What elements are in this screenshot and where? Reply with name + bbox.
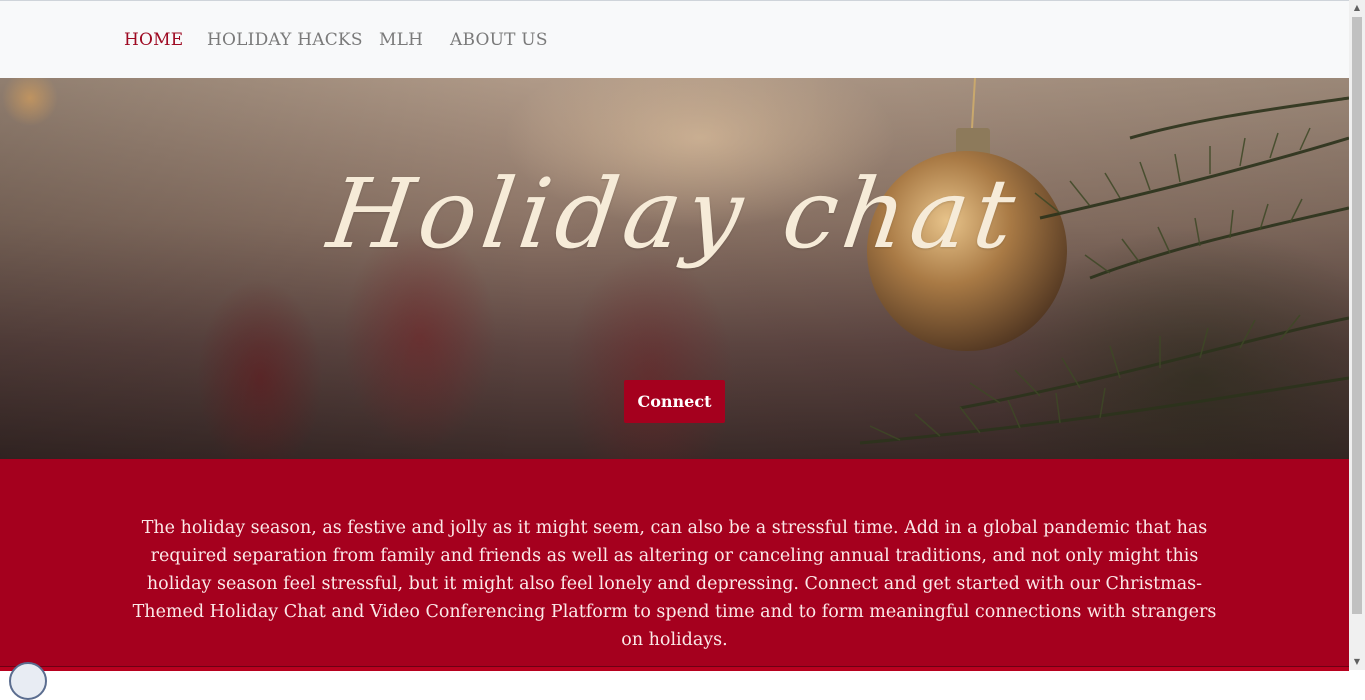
top-navbar: HOME HOLIDAY HACKS MLH ABOUT US bbox=[0, 1, 1349, 78]
nav-item-mlh[interactable]: MLH bbox=[379, 30, 423, 50]
chat-widget-icon[interactable] bbox=[9, 662, 47, 700]
nav-item-about-us[interactable]: ABOUT US bbox=[450, 30, 548, 50]
connect-button[interactable]: Connect bbox=[624, 380, 725, 423]
scroll-down-arrow-icon[interactable]: ▼ bbox=[1349, 654, 1365, 670]
about-section: The holiday season, as festive and jolly… bbox=[0, 459, 1349, 670]
hero-banner: Holiday chat Connect bbox=[0, 78, 1349, 459]
about-paragraph: The holiday season, as festive and jolly… bbox=[132, 518, 1217, 650]
vertical-scrollbar[interactable]: ▲ ▼ bbox=[1349, 0, 1365, 670]
scroll-up-arrow-icon[interactable]: ▲ bbox=[1349, 0, 1365, 16]
scroll-thumb[interactable] bbox=[1352, 17, 1362, 614]
hero-title: Holiday chat bbox=[321, 158, 1028, 270]
nav-item-holiday-hacks[interactable]: HOLIDAY HACKS bbox=[207, 30, 363, 50]
nav-item-home[interactable]: HOME bbox=[124, 30, 183, 50]
next-section-edge bbox=[0, 666, 1349, 671]
